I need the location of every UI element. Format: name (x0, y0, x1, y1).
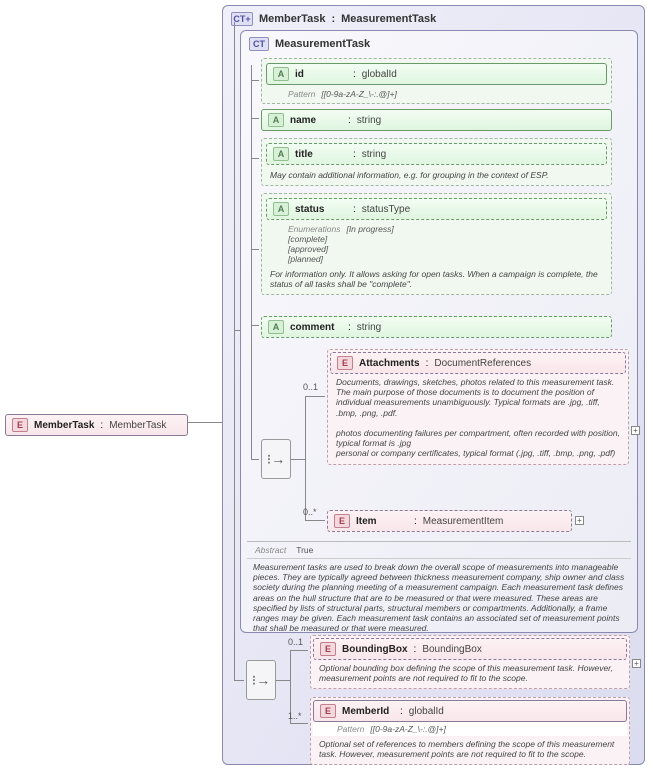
connector (305, 396, 306, 521)
connector (251, 158, 259, 159)
element-badge: E (337, 356, 353, 370)
cardinality: 0..1 (288, 637, 303, 647)
expand-toggle[interactable]: + (575, 516, 584, 525)
ct-name: MeasurementTask (275, 38, 370, 50)
attribute-badge: A (273, 67, 289, 81)
attr-status: A status: statusType Enumerations[In pro… (259, 191, 614, 297)
connector (276, 680, 290, 681)
sequence-icon: ⁝→ (252, 672, 270, 689)
outer-type: MeasurementTask (341, 13, 436, 25)
expand-toggle[interactable]: + (632, 659, 641, 668)
attribute-badge: A (273, 202, 289, 216)
connector (251, 65, 252, 460)
attr-comment: A comment: string (259, 314, 614, 340)
inner-header: CT MeasurementTask (245, 35, 633, 53)
attribute-badge: A (273, 147, 289, 161)
element-badge: E (320, 704, 336, 718)
abstract-section: AbstractTrue Measurement tasks are used … (247, 541, 631, 636)
element-badge: E (334, 514, 350, 528)
ct-badge: CT (249, 37, 269, 51)
expand-toggle[interactable]: + (631, 426, 640, 435)
root-element: E MemberTask : MemberTask (5, 414, 188, 436)
connector (290, 723, 308, 724)
attr-id: A id: globalId Pattern[[0-9a-zA-Z_\-:.@]… (259, 56, 614, 106)
elem-boundingbox: E BoundingBox: BoundingBox Optional boun… (310, 635, 630, 689)
attr-title: A title: string May contain additional i… (259, 136, 614, 188)
connector (234, 330, 240, 331)
sequence-icon: ⁝→ (267, 451, 285, 468)
member-task-element: E MemberTask : MemberTask (5, 414, 188, 436)
root-name: MemberTask (34, 420, 94, 431)
connector (234, 22, 235, 680)
connector (291, 459, 305, 460)
connector (251, 80, 259, 81)
root-type: MemberTask (109, 420, 166, 431)
element-badge: E (12, 418, 28, 432)
connector (305, 520, 325, 521)
outer-header: CT+ MemberTask : MeasurementTask (227, 10, 640, 28)
elem-attachments: E Attachments: DocumentReferences Docume… (327, 349, 629, 465)
cardinality: 0..1 (303, 382, 318, 392)
cardinality: 0..* (303, 507, 317, 517)
connector (188, 422, 222, 423)
sequence-indicator: ⁝→ (246, 660, 276, 700)
connector (290, 650, 308, 651)
inner-complex-type: CT MeasurementTask A id: globalId Patter… (240, 30, 638, 633)
connector (251, 249, 259, 250)
connector (234, 680, 244, 681)
connector (251, 118, 259, 119)
cardinality: 1..* (288, 711, 302, 721)
attr-name: A name: string (259, 107, 614, 133)
outer-name: MemberTask (259, 13, 325, 25)
connector (251, 325, 259, 326)
element-badge: E (320, 642, 336, 656)
sequence-indicator: ⁝→ (261, 439, 291, 479)
connector (251, 459, 259, 460)
elem-memberid: E MemberId: globalId Pattern[[0-9a-zA-Z_… (310, 697, 630, 765)
connector (305, 396, 325, 397)
elem-item: E Item: MeasurementItem (327, 510, 572, 532)
attribute-badge: A (268, 320, 284, 334)
attribute-badge: A (268, 113, 284, 127)
